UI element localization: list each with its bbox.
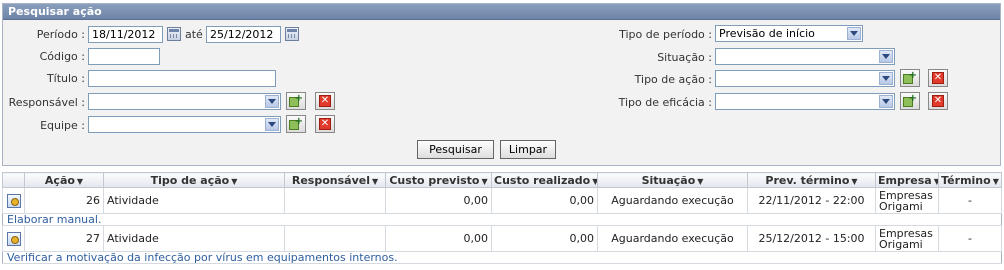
remove-tipo-eficacia-button[interactable]: ✕ [928, 92, 948, 110]
row-description[interactable]: Elaborar manual. [2, 213, 1002, 226]
titulo-label: Título : [46, 72, 85, 85]
codigo-input[interactable] [88, 48, 160, 65]
add-icon: + [289, 116, 303, 131]
chevron-down-icon[interactable] [847, 27, 861, 40]
column-header-tipo-acao[interactable]: Tipo de ação ▼ [103, 172, 285, 188]
cell-situacao: Aguardando execução [597, 187, 748, 214]
chevron-down-icon[interactable] [879, 72, 893, 85]
sort-arrow-icon: ▼ [76, 176, 84, 186]
date-from-input[interactable]: 18/11/2012 [88, 26, 163, 43]
column-header-custo-realizado[interactable]: Custo realizado▼ [491, 172, 598, 188]
tipo-eficacia-label: Tipo de eficácia : [618, 96, 712, 109]
sort-arrow-icon: ▼ [992, 176, 999, 186]
add-icon: + [903, 93, 917, 108]
add-tipo-acao-button[interactable]: + [900, 69, 920, 87]
cell-custo-previsto: 0,00 [385, 225, 492, 252]
delete-icon: ✕ [319, 118, 331, 130]
row-description[interactable]: Verificar a motivação da infecção por ví… [2, 251, 1002, 264]
cell-acao: 27 [24, 225, 104, 252]
cell-empresa: Empresas Origami [879, 226, 933, 251]
cell-empresa: Empresas Origami [879, 188, 933, 213]
calendar-icon[interactable] [167, 27, 181, 41]
chevron-down-icon[interactable] [879, 95, 893, 108]
cell-responsavel [284, 225, 386, 252]
column-header-custo-previsto[interactable]: Custo previsto ▼ [385, 172, 492, 188]
tipo-acao-label: Tipo de ação : [634, 73, 712, 86]
chevron-down-icon[interactable] [265, 95, 279, 108]
pesquisar-button[interactable]: Pesquisar [417, 140, 494, 159]
sort-arrow-icon: ▼ [697, 176, 704, 186]
remove-tipo-acao-button[interactable]: ✕ [928, 69, 948, 87]
header-icon-cell [2, 172, 25, 188]
delete-icon: ✕ [319, 95, 331, 107]
delete-icon: ✕ [932, 72, 944, 84]
cell-prev-termino: 22/11/2012 - 22:00 [747, 187, 876, 214]
column-header-responsavel[interactable]: Responsável ▼ [284, 172, 386, 188]
periodo-label: Período : [36, 28, 85, 41]
cell-custo-realizado: 0,00 [491, 225, 598, 252]
tipo-periodo-value: Previsão de início [719, 27, 815, 40]
sort-arrow-icon: ▼ [371, 176, 379, 186]
limpar-button[interactable]: Limpar [500, 140, 556, 159]
sort-arrow-icon: ▼ [851, 176, 858, 186]
situacao-select[interactable] [715, 48, 895, 65]
table-row[interactable]: 27 Atividade 0,00 0,00 Aguardando execuç… [2, 225, 1002, 252]
add-equipe-button[interactable]: + [286, 115, 306, 133]
sort-arrow-icon: ▼ [592, 177, 596, 186]
search-panel-title: Pesquisar ação [3, 4, 1000, 20]
table-header-row: Ação ▼ Tipo de ação ▼ Responsável ▼ Custo p… [2, 172, 1002, 188]
calendar-icon[interactable] [285, 27, 299, 41]
cell-custo-previsto: 0,00 [385, 187, 492, 214]
view-icon[interactable] [6, 231, 21, 246]
tipo-acao-select[interactable] [715, 70, 895, 87]
column-header-termino[interactable]: Término ▼ [938, 172, 1002, 188]
cell-acao: 26 [24, 187, 104, 214]
table-row[interactable]: 26 Atividade 0,00 0,00 Aguardando execuç… [2, 187, 1002, 214]
cell-termino: - [938, 225, 1002, 252]
table-row-description: Verificar a motivação da infecção por ví… [2, 251, 1002, 264]
chevron-down-icon[interactable] [879, 50, 893, 63]
responsavel-select[interactable] [88, 93, 281, 110]
cell-responsavel [284, 187, 386, 214]
cell-custo-realizado: 0,00 [491, 187, 598, 214]
add-responsavel-button[interactable]: + [286, 92, 306, 110]
situacao-label: Situação : [657, 51, 712, 64]
ate-label: até [185, 28, 203, 41]
cell-prev-termino: 25/12/2012 - 15:00 [747, 225, 876, 252]
search-panel: Pesquisar ação Período : 18/11/2012 até … [2, 3, 1001, 166]
cell-situacao: Aguardando execução [597, 225, 748, 252]
add-icon: + [903, 70, 917, 85]
tipo-periodo-label: Tipo de período : [619, 28, 712, 41]
column-header-acao[interactable]: Ação ▼ [24, 172, 104, 188]
titulo-input[interactable] [88, 70, 276, 87]
table-row-description: Elaborar manual. [2, 213, 1002, 226]
equipe-label: Equipe : [40, 119, 85, 132]
cell-tipo-acao: Atividade [103, 225, 285, 252]
tipo-periodo-select[interactable]: Previsão de início [715, 25, 863, 42]
cell-tipo-acao: Atividade [103, 187, 285, 214]
date-to-input[interactable]: 25/12/2012 [206, 26, 281, 43]
delete-icon: ✕ [932, 95, 944, 107]
sort-arrow-icon: ▼ [934, 177, 938, 186]
view-icon[interactable] [6, 193, 21, 208]
remove-equipe-button[interactable]: ✕ [315, 115, 335, 133]
cell-termino: - [938, 187, 1002, 214]
equipe-select[interactable] [88, 116, 281, 133]
responsavel-label: Responsável : [8, 96, 85, 109]
add-icon: + [289, 93, 303, 108]
sort-arrow-icon: ▼ [231, 176, 238, 186]
column-header-situacao[interactable]: Situação ▼ [597, 172, 748, 188]
tipo-eficacia-select[interactable] [715, 93, 895, 110]
codigo-label: Código : [39, 50, 85, 63]
results-table: Ação ▼ Tipo de ação ▼ Responsável ▼ Custo p… [2, 172, 1002, 264]
column-header-empresa[interactable]: Empresa▼ [875, 172, 939, 188]
chevron-down-icon[interactable] [265, 118, 279, 131]
column-header-prev-termino[interactable]: Prev. término ▼ [747, 172, 876, 188]
sort-arrow-icon: ▼ [481, 176, 488, 186]
add-tipo-eficacia-button[interactable]: + [900, 92, 920, 110]
remove-responsavel-button[interactable]: ✕ [315, 92, 335, 110]
